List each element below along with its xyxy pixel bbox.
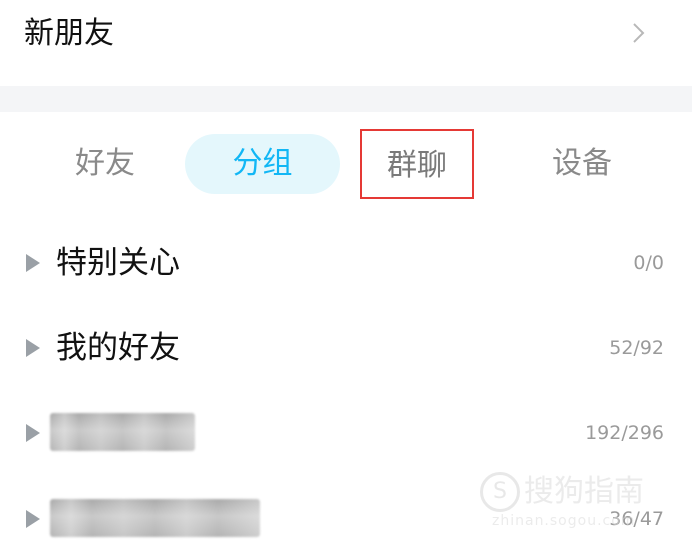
group-name: 我的好友	[56, 330, 180, 366]
watermark-brand: 搜狗指南	[524, 474, 644, 509]
chevron-right-icon	[633, 23, 645, 43]
sogou-logo-icon: S	[480, 472, 520, 512]
watermark-url: zhinan.sogou.com	[492, 513, 636, 529]
tab-devices[interactable]: 设备	[520, 134, 644, 194]
expand-triangle-icon	[26, 254, 40, 272]
expand-triangle-icon	[26, 510, 40, 528]
expand-triangle-icon	[26, 424, 40, 442]
expand-triangle-icon	[26, 339, 40, 357]
blurred-group-name	[50, 499, 260, 537]
group-online-count: 192/296	[585, 422, 664, 444]
new-friends-title: 新朋友	[24, 16, 114, 51]
group-row-my-friends[interactable]: 我的好友 52/92	[0, 318, 692, 378]
tab-friends[interactable]: 好友	[40, 134, 170, 194]
group-online-count: 0/0	[633, 252, 664, 274]
tab-group-chats[interactable]: 群聊	[360, 129, 474, 199]
blurred-group-name	[50, 413, 195, 451]
section-divider	[0, 86, 692, 112]
contact-tabs: 好友 分组 群聊 设备	[0, 129, 692, 202]
group-row-blurred-1[interactable]: 192/296	[0, 403, 692, 463]
group-name: 特别关心	[56, 245, 180, 281]
group-row-special-care[interactable]: 特别关心 0/0	[0, 233, 692, 293]
sogou-watermark: S 搜狗指南 zhinan.sogou.com	[472, 470, 672, 540]
group-online-count: 52/92	[609, 337, 664, 359]
new-friends-row[interactable]: 新朋友	[0, 0, 692, 70]
tab-groups[interactable]: 分组	[185, 134, 340, 194]
